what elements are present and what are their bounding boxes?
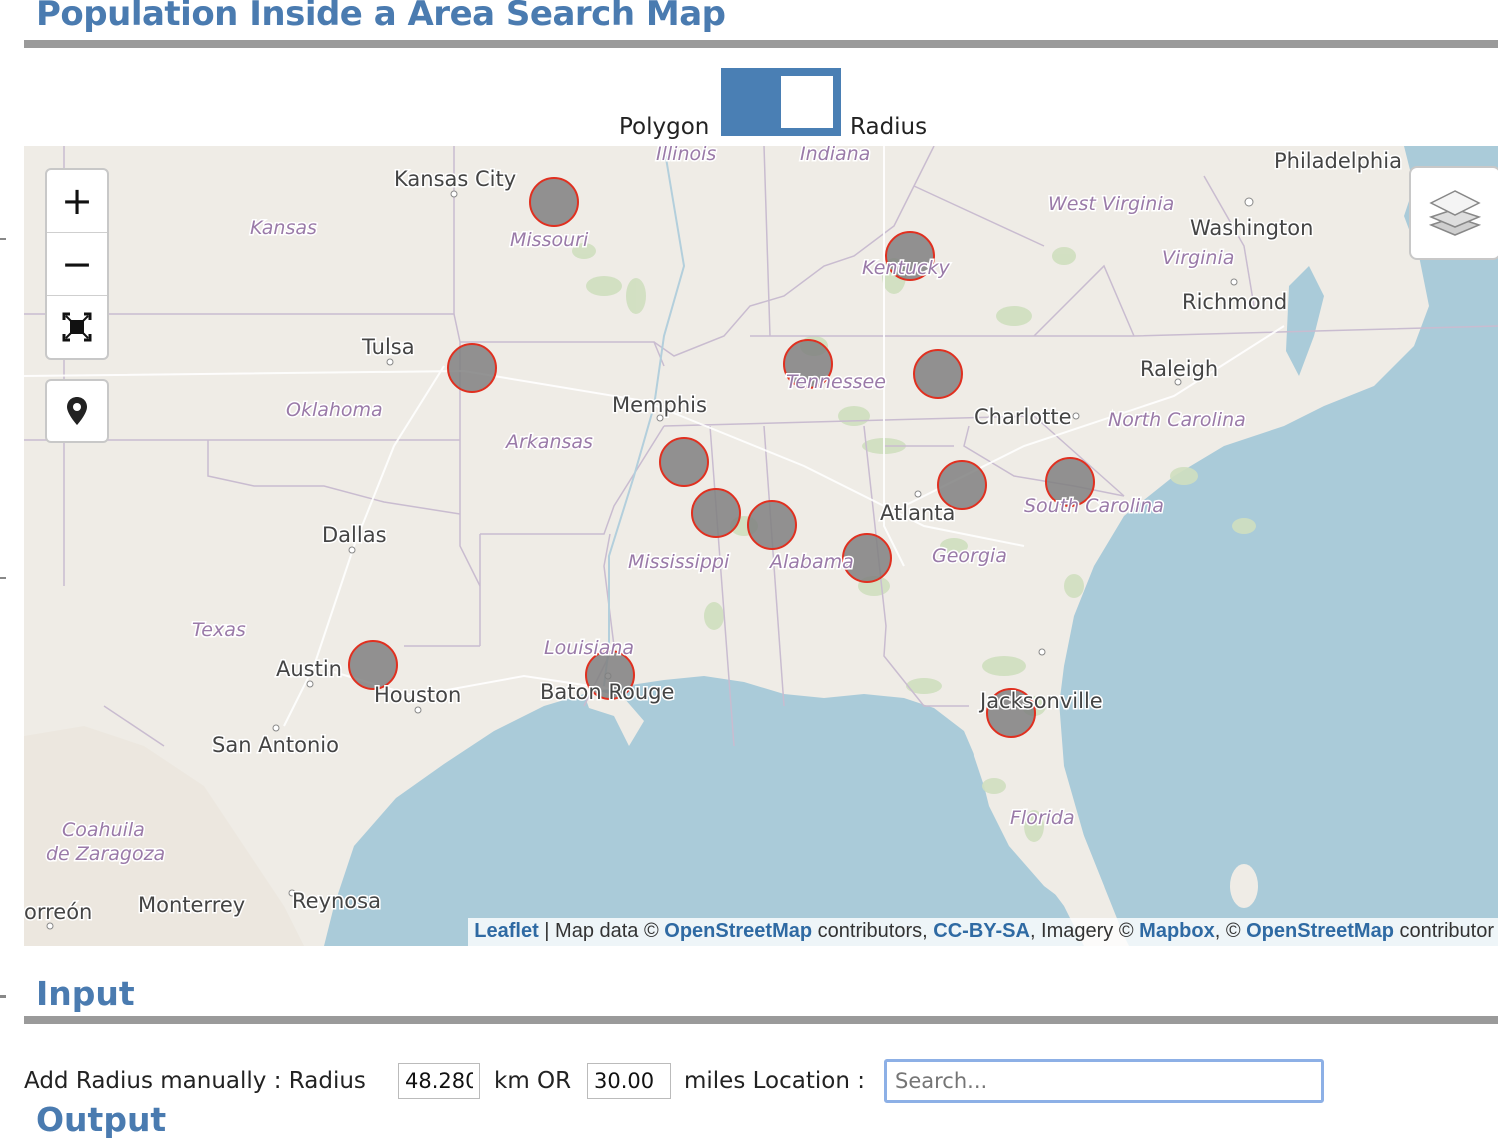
state-label: South Carolina	[1024, 495, 1164, 517]
state-label: Illinois	[656, 146, 716, 165]
state-label: West Virginia	[1048, 193, 1174, 215]
license-link[interactable]: CC-BY-SA	[933, 920, 1030, 942]
state-label: Texas	[192, 619, 246, 641]
city-label: Raleigh	[1140, 357, 1218, 381]
page-title: Population Inside a Area Search Map	[36, 0, 726, 34]
km-label: km OR	[494, 1068, 572, 1094]
city-label: Atlanta	[880, 501, 955, 525]
city-label: San Antonio	[212, 733, 339, 757]
attribution-text: , ©	[1214, 920, 1247, 942]
edge-marker	[0, 995, 6, 998]
osm-link-2[interactable]: OpenStreetMap	[1246, 920, 1394, 942]
city-label: Richmond	[1182, 290, 1287, 314]
switch-knob[interactable]	[781, 76, 833, 128]
mapbox-link[interactable]: Mapbox	[1139, 920, 1215, 942]
city-label: Washington	[1190, 216, 1313, 240]
state-label: Mississippi	[628, 551, 730, 573]
map-zoom-control: + −	[45, 168, 109, 360]
edge-marker	[0, 238, 6, 240]
add-radius-label: Add Radius manually : Radius	[24, 1068, 366, 1094]
state-label: Florida	[1010, 807, 1075, 829]
state-label: Coahuila	[62, 819, 145, 841]
location-pin-icon	[67, 397, 87, 425]
polygon-radius-switch[interactable]	[721, 68, 841, 136]
state-label: Kansas	[250, 217, 317, 239]
locate-button[interactable]	[45, 379, 109, 443]
leaflet-link[interactable]: Leaflet	[474, 920, 538, 942]
radius-miles-input[interactable]	[587, 1063, 671, 1099]
zoom-out-icon: −	[61, 242, 93, 286]
polygon-label: Polygon	[619, 114, 710, 140]
radius-circle[interactable]	[447, 343, 497, 393]
state-label: Missouri	[510, 229, 589, 251]
attribution-text: contributor	[1393, 920, 1494, 942]
city-label: Baton Rouge	[540, 680, 674, 704]
radius-circle[interactable]	[747, 500, 797, 550]
city-label: Charlotte	[974, 405, 1072, 429]
input-heading: Input	[36, 974, 135, 1013]
state-label: Kentucky	[862, 257, 950, 279]
atlantic-ocean	[1054, 146, 1498, 946]
zoom-in-icon: +	[61, 179, 93, 223]
city-label: Jacksonville	[978, 689, 1103, 713]
state-label: North Carolina	[1108, 409, 1246, 431]
layers-icon	[1428, 190, 1482, 236]
map-attribution: Leaflet | Map data © OpenStreetMap contr…	[468, 918, 1498, 946]
city-label: Reynosa	[292, 889, 381, 913]
layers-button[interactable]	[1409, 166, 1498, 260]
city-label: Memphis	[612, 393, 707, 417]
city-label: Philadelphia	[1274, 149, 1402, 173]
state-label: de Zaragoza	[46, 843, 165, 865]
zoom-out-button[interactable]: −	[47, 233, 107, 296]
output-heading: Output	[36, 1100, 167, 1139]
map-basemap: Kansas City Tulsa Memphis Dallas Austin Houst…	[24, 146, 1498, 946]
state-label: Louisiana	[544, 637, 634, 659]
radius-circle[interactable]	[913, 349, 963, 399]
miles-location-label: miles Location :	[684, 1068, 865, 1094]
state-label: Alabama	[768, 551, 854, 573]
attribution-text: contributors,	[812, 920, 934, 942]
location-search-input[interactable]	[884, 1059, 1324, 1103]
radius-km-input[interactable]	[398, 1063, 480, 1099]
fullscreen-icon	[62, 312, 92, 342]
chesapeake-bay	[1286, 266, 1324, 376]
radius-circle[interactable]	[529, 177, 579, 227]
state-label: Oklahoma	[286, 399, 383, 421]
mode-toggle-row: Polygon Radius	[0, 68, 1498, 140]
state-label: Georgia	[932, 545, 1007, 567]
state-label: Indiana	[800, 146, 870, 165]
fullscreen-button[interactable]	[47, 296, 107, 358]
map-canvas[interactable]: Kansas City Tulsa Memphis Dallas Austin Houst…	[24, 146, 1498, 946]
city-label: Austin	[276, 657, 342, 681]
radius-circle[interactable]	[659, 437, 709, 487]
radius-circle[interactable]	[348, 640, 398, 690]
city-label: Monterrey	[138, 893, 245, 917]
attribution-text: | Map data ©	[538, 920, 665, 942]
zoom-in-button[interactable]: +	[47, 170, 107, 233]
city-label: Houston	[374, 683, 461, 707]
city-label: Kansas City	[394, 167, 516, 191]
osm-link[interactable]: OpenStreetMap	[664, 920, 812, 942]
input-divider	[24, 1016, 1498, 1024]
radius-label: Radius	[850, 114, 928, 140]
title-divider	[24, 40, 1498, 48]
city-label: Dallas	[322, 523, 387, 547]
attribution-text: , Imagery ©	[1029, 920, 1140, 942]
city-label: Tulsa	[361, 335, 415, 359]
state-label: Arkansas	[504, 431, 593, 453]
radius-circle[interactable]	[691, 488, 741, 538]
city-label: orreón	[24, 900, 92, 924]
edge-marker	[0, 577, 6, 579]
state-label: Tennessee	[786, 371, 886, 393]
state-label: Virginia	[1162, 247, 1234, 269]
